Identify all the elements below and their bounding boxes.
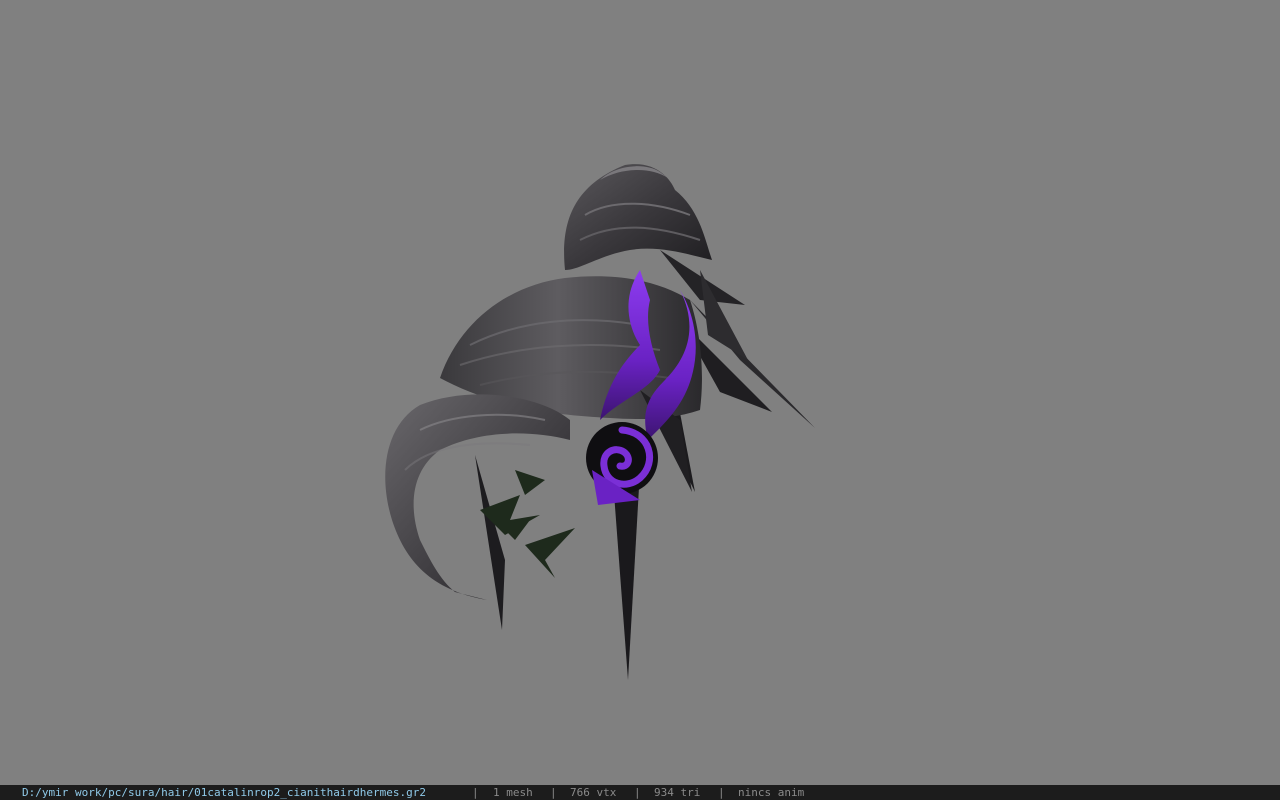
file-path: D:/ymir work/pc/sura/hair/01catalinrop2_…	[22, 786, 426, 799]
hair-model[interactable]	[0, 0, 1280, 785]
top-bun	[564, 164, 712, 270]
separator: |	[550, 786, 557, 799]
separator: |	[472, 786, 479, 799]
anim-status: nincs anim	[738, 786, 805, 799]
status-bar: D:/ymir work/pc/sura/hair/01catalinrop2_…	[0, 785, 1280, 800]
separator: |	[634, 786, 641, 799]
render-viewport[interactable]	[0, 0, 1280, 785]
vertex-count: 766 vtx	[570, 786, 617, 799]
mesh-count: 1 mesh	[493, 786, 533, 799]
left-curl	[385, 394, 570, 600]
separator: |	[718, 786, 725, 799]
triangle-count: 934 tri	[654, 786, 701, 799]
